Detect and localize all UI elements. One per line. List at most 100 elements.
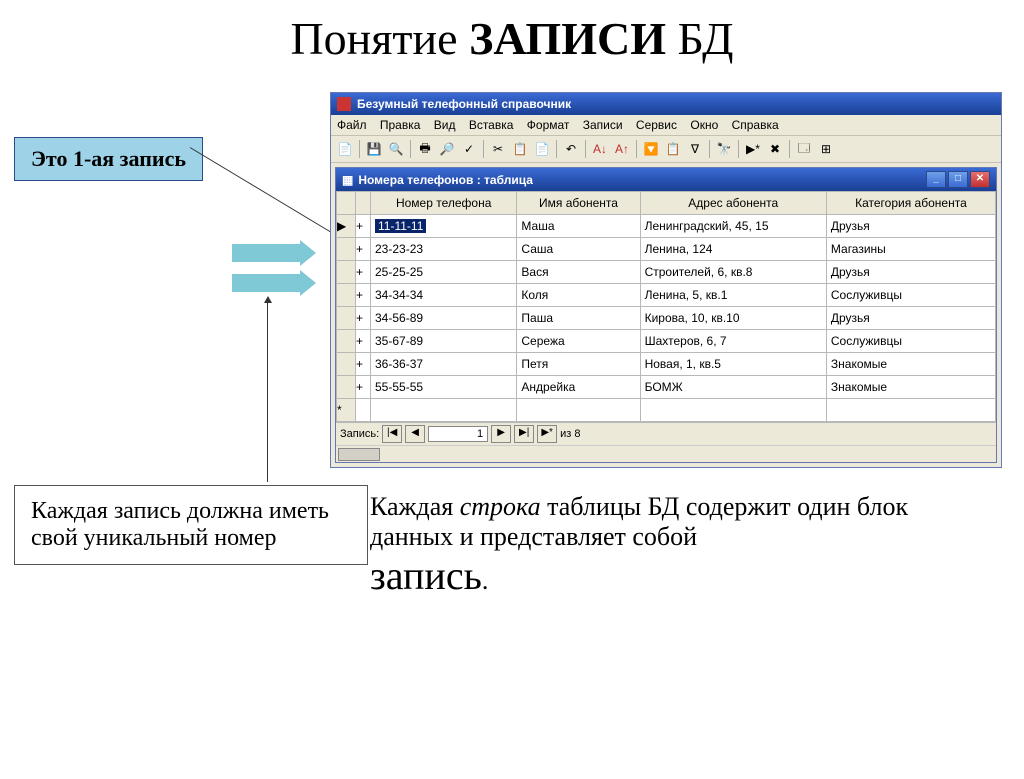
- cell-address[interactable]: БОМЖ: [640, 376, 826, 399]
- menu-format[interactable]: Формат: [527, 118, 570, 132]
- col-address[interactable]: Адрес абонента: [640, 192, 826, 215]
- expand-row-icon[interactable]: +: [356, 376, 371, 399]
- cell-category[interactable]: Сослуживцы: [826, 284, 995, 307]
- copy-icon[interactable]: 📋: [510, 139, 530, 159]
- cell-phone[interactable]: 55-55-55: [371, 376, 517, 399]
- row-selector[interactable]: [337, 330, 356, 353]
- cell-address[interactable]: Шахтеров, 6, 7: [640, 330, 826, 353]
- new-row[interactable]: *: [337, 399, 996, 422]
- col-phone[interactable]: Номер телефона: [371, 192, 517, 215]
- cell-address[interactable]: Ленинградский, 45, 15: [640, 215, 826, 238]
- undo-icon[interactable]: ↶: [561, 139, 581, 159]
- cell-name[interactable]: Маша: [517, 215, 640, 238]
- expand-row-icon[interactable]: +: [356, 330, 371, 353]
- nav-last-button[interactable]: ▶|: [514, 425, 534, 443]
- row-selector[interactable]: [337, 284, 356, 307]
- menu-help[interactable]: Справка: [732, 118, 779, 132]
- row-selector[interactable]: [337, 261, 356, 284]
- cell-category[interactable]: [826, 399, 995, 422]
- cell-category[interactable]: Друзья: [826, 307, 995, 330]
- cell-phone[interactable]: 25-25-25: [371, 261, 517, 284]
- cell-category[interactable]: Друзья: [826, 215, 995, 238]
- row-selector[interactable]: ▶: [337, 215, 356, 238]
- print-icon[interactable]: 🖶: [415, 139, 435, 159]
- cell-category[interactable]: Знакомые: [826, 353, 995, 376]
- cell-name[interactable]: Паша: [517, 307, 640, 330]
- delete-record-icon[interactable]: ✖: [765, 139, 785, 159]
- filter-toggle-icon[interactable]: ∇: [685, 139, 705, 159]
- cell-name[interactable]: Андрейка: [517, 376, 640, 399]
- view-icon[interactable]: 📄: [335, 139, 355, 159]
- expand-row-icon[interactable]: +: [356, 284, 371, 307]
- table-row[interactable]: +36-36-37ПетяНовая, 1, кв.5Знакомые: [337, 353, 996, 376]
- spellcheck-icon[interactable]: ✓: [459, 139, 479, 159]
- expand-row-icon[interactable]: +: [356, 307, 371, 330]
- cell-address[interactable]: Кирова, 10, кв.10: [640, 307, 826, 330]
- new-record-icon[interactable]: ▶*: [743, 139, 763, 159]
- cell-category[interactable]: Знакомые: [826, 376, 995, 399]
- expand-row-icon[interactable]: +: [356, 353, 371, 376]
- table-row[interactable]: +25-25-25ВасяСтроителей, 6, кв.8Друзья: [337, 261, 996, 284]
- cell-name[interactable]: Петя: [517, 353, 640, 376]
- row-selector[interactable]: [337, 353, 356, 376]
- row-selector-new[interactable]: *: [337, 399, 356, 422]
- db-window-icon[interactable]: 🗔: [794, 139, 814, 159]
- cell-name[interactable]: Коля: [517, 284, 640, 307]
- close-button[interactable]: ✕: [970, 171, 990, 188]
- cell-address[interactable]: Ленина, 5, кв.1: [640, 284, 826, 307]
- search-file-icon[interactable]: 🔍: [386, 139, 406, 159]
- filter-selection-icon[interactable]: 🔽: [641, 139, 661, 159]
- cell-phone[interactable]: [371, 399, 517, 422]
- save-icon[interactable]: 💾: [364, 139, 384, 159]
- cell-phone[interactable]: 35-67-89: [371, 330, 517, 353]
- sort-asc-icon[interactable]: A↓: [590, 139, 610, 159]
- cell-category[interactable]: Друзья: [826, 261, 995, 284]
- sort-desc-icon[interactable]: A↑: [612, 139, 632, 159]
- menu-edit[interactable]: Правка: [380, 118, 421, 132]
- cell-phone[interactable]: 34-34-34: [371, 284, 517, 307]
- menu-service[interactable]: Сервис: [636, 118, 677, 132]
- maximize-button[interactable]: □: [948, 171, 968, 188]
- cell-phone[interactable]: 11-11-11: [371, 215, 517, 238]
- cell-category[interactable]: Магазины: [826, 238, 995, 261]
- row-selector[interactable]: [337, 238, 356, 261]
- cell-phone[interactable]: 23-23-23: [371, 238, 517, 261]
- nav-current-input[interactable]: [428, 426, 488, 442]
- cell-name[interactable]: [517, 399, 640, 422]
- cell-category[interactable]: Сослуживцы: [826, 330, 995, 353]
- print-preview-icon[interactable]: 🔎: [437, 139, 457, 159]
- find-icon[interactable]: 🔭: [714, 139, 734, 159]
- expand-row-icon[interactable]: +: [356, 215, 371, 238]
- cell-name[interactable]: Саша: [517, 238, 640, 261]
- menu-window[interactable]: Окно: [690, 118, 718, 132]
- table-row[interactable]: ▶+11-11-11МашаЛенинградский, 45, 15Друзь…: [337, 215, 996, 238]
- menu-records[interactable]: Записи: [583, 118, 623, 132]
- cell-address[interactable]: [640, 399, 826, 422]
- expand-row-icon[interactable]: +: [356, 261, 371, 284]
- nav-new-button[interactable]: ▶*: [537, 425, 557, 443]
- menu-file[interactable]: Файл: [337, 118, 367, 132]
- nav-prev-button[interactable]: ◀: [405, 425, 425, 443]
- menu-insert[interactable]: Вставка: [469, 118, 514, 132]
- col-category[interactable]: Категория абонента: [826, 192, 995, 215]
- expand-row-icon[interactable]: +: [356, 238, 371, 261]
- menu-view[interactable]: Вид: [434, 118, 456, 132]
- table-row[interactable]: +55-55-55АндрейкаБОМЖЗнакомые: [337, 376, 996, 399]
- new-object-icon[interactable]: ⊞: [816, 139, 836, 159]
- table-row[interactable]: +34-56-89ПашаКирова, 10, кв.10Друзья: [337, 307, 996, 330]
- cell-phone[interactable]: 36-36-37: [371, 353, 517, 376]
- cell-name[interactable]: Сережа: [517, 330, 640, 353]
- horizontal-scrollbar[interactable]: [336, 445, 996, 462]
- table-row[interactable]: +34-34-34КоляЛенина, 5, кв.1Сослуживцы: [337, 284, 996, 307]
- col-name[interactable]: Имя абонента: [517, 192, 640, 215]
- cell-address[interactable]: Строителей, 6, кв.8: [640, 261, 826, 284]
- filter-form-icon[interactable]: 📋: [663, 139, 683, 159]
- cell-address[interactable]: Новая, 1, кв.5: [640, 353, 826, 376]
- table-row[interactable]: +35-67-89СережаШахтеров, 6, 7Сослуживцы: [337, 330, 996, 353]
- corner-cell[interactable]: [337, 192, 356, 215]
- cut-icon[interactable]: ✂: [488, 139, 508, 159]
- table-row[interactable]: +23-23-23СашаЛенина, 124Магазины: [337, 238, 996, 261]
- row-selector[interactable]: [337, 307, 356, 330]
- cell-address[interactable]: Ленина, 124: [640, 238, 826, 261]
- paste-icon[interactable]: 📄: [532, 139, 552, 159]
